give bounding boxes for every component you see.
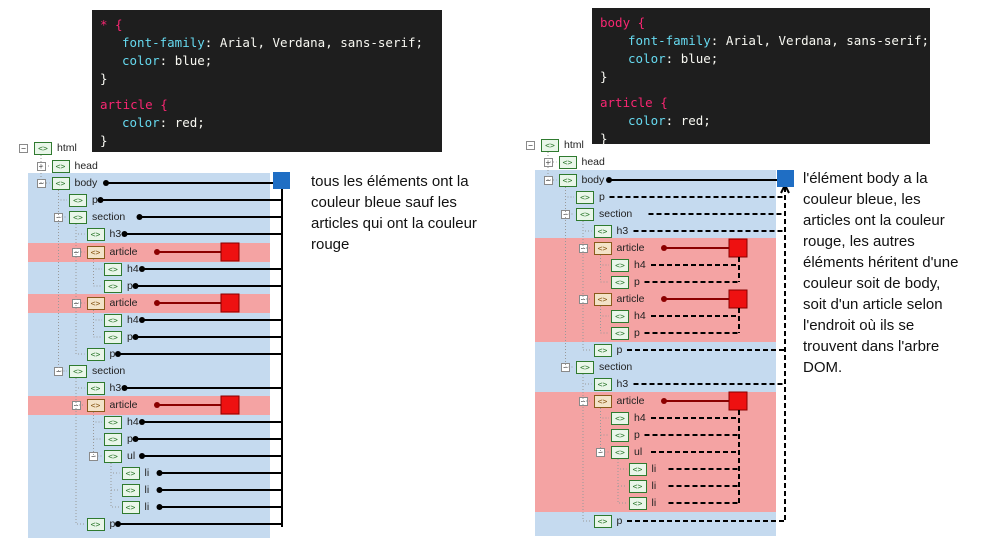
tree-guide — [565, 187, 574, 368]
connector-dot — [661, 245, 667, 251]
tree-guide — [600, 408, 609, 436]
tree-guide — [617, 459, 627, 487]
blue-color-marker — [777, 170, 794, 187]
tree-guide — [582, 374, 592, 402]
red-color-marker — [728, 238, 748, 258]
red-color-marker — [728, 391, 748, 411]
tree-guide — [582, 221, 592, 351]
connector-dot — [661, 296, 667, 302]
tree-guide — [582, 374, 592, 522]
tree-guide — [600, 306, 609, 317]
tree-guide — [617, 459, 627, 504]
tree-guide — [617, 459, 627, 470]
tree-guide — [547, 152, 557, 163]
connector-dot — [661, 398, 667, 404]
tree-guide — [600, 306, 609, 334]
tree-guide — [565, 187, 574, 215]
tree-guide — [582, 221, 592, 249]
tree-guide — [565, 187, 574, 198]
tree-guide — [582, 374, 592, 385]
tree-guide — [547, 152, 557, 181]
tree-guide — [600, 408, 609, 419]
tree-guide — [582, 221, 592, 232]
connector-dot — [606, 177, 612, 183]
tree-guide — [582, 221, 592, 300]
tree-guide — [600, 255, 609, 283]
tree-guide — [600, 408, 609, 453]
left-explanation: tous les éléments ont la couleur bleue s… — [311, 173, 477, 253]
right-explanation: l'élément body a la couleur bleue, les a… — [803, 170, 959, 376]
red-color-marker — [728, 289, 748, 309]
tree-guide — [600, 255, 609, 266]
